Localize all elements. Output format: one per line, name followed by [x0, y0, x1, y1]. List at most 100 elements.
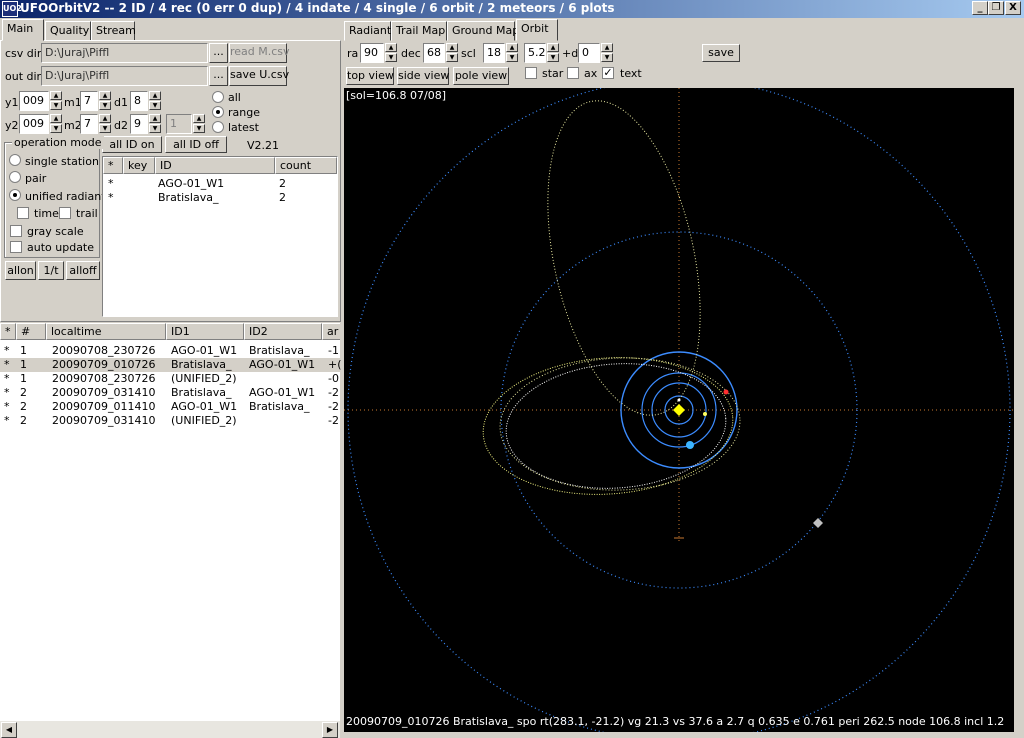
latest-count-input[interactable]: 1: [166, 114, 192, 134]
d-input[interactable]: 0: [578, 43, 600, 63]
gray-scale-checkbox[interactable]: [10, 225, 22, 237]
scl-input[interactable]: 18: [483, 43, 505, 63]
scroll-right-icon[interactable]: ▶: [322, 722, 338, 738]
tab-radiant[interactable]: Radiant: [344, 21, 391, 41]
radio-unified-radiant[interactable]: [9, 189, 21, 201]
record-cell-id1: Bratislava_: [171, 358, 232, 371]
unified-radiant-label: unified radiant: [25, 190, 106, 203]
record-row[interactable]: * 2 20090709_031410 Bratislava_ AGO-01_W1 -2: [0, 386, 340, 400]
y2-input[interactable]: 009: [19, 114, 49, 134]
scale-factor-spinner[interactable]: ▲ ▼: [547, 43, 559, 63]
tab-stream[interactable]: Stream: [91, 21, 136, 41]
out-browse-button[interactable]: ...: [209, 66, 228, 86]
radio-range[interactable]: [212, 106, 224, 118]
ra-spinner[interactable]: ▲ ▼: [385, 43, 397, 63]
tab-orbit[interactable]: Orbit: [516, 19, 558, 41]
d2-input[interactable]: 9: [130, 114, 148, 134]
id-list-header-count[interactable]: count: [275, 157, 337, 174]
ax-checkbox[interactable]: [567, 67, 579, 79]
radio-all-label: all: [228, 91, 241, 104]
id-row-id: Bratislava_: [158, 191, 219, 204]
allon-button[interactable]: allon: [5, 261, 36, 280]
tab-trail-map[interactable]: Trail Map: [391, 21, 447, 41]
radio-single-station[interactable]: [9, 154, 21, 166]
all-id-off-button[interactable]: all ID off: [165, 136, 227, 153]
maximize-button[interactable]: ❐: [988, 1, 1004, 15]
record-header-localtime[interactable]: localtime: [46, 323, 166, 340]
time-label: time: [34, 207, 59, 220]
record-header-id1[interactable]: ID1: [166, 323, 244, 340]
time-checkbox[interactable]: [17, 207, 29, 219]
side-view-button[interactable]: side view: [397, 67, 449, 85]
d1-spinner[interactable]: ▲ ▼: [149, 91, 161, 111]
id-list-row[interactable]: * AGO-01_W1 2: [103, 177, 337, 191]
pole-view-button[interactable]: pole view: [453, 67, 509, 85]
d2-spinner[interactable]: ▲ ▼: [149, 114, 161, 134]
out-dir-field[interactable]: D:\Juraj\Piffl: [41, 66, 208, 86]
id-list-row[interactable]: * Bratislava_ 2: [103, 191, 337, 205]
orbit-plot[interactable]: [sol=106.8 07/08] 20090709_010726 Bratis…: [344, 88, 1014, 732]
record-cell-time: 20090708_230726: [52, 372, 156, 385]
trail-checkbox[interactable]: [59, 207, 71, 219]
close-button[interactable]: X: [1005, 1, 1021, 15]
d2-label: d2: [114, 119, 128, 132]
record-row[interactable]: * 1 20090708_230726 AGO-01_W1 Bratislava_ -1: [0, 344, 340, 358]
m2-spinner[interactable]: ▲ ▼: [99, 114, 111, 134]
y2-label: y2: [5, 119, 19, 132]
record-header-extra[interactable]: ar: [322, 323, 340, 340]
save-ucsv-button[interactable]: save U.csv: [229, 66, 289, 86]
id-list[interactable]: * key ID count * AGO-01_W1 2 * Bratislav…: [102, 156, 338, 317]
tab-main[interactable]: Main: [2, 19, 44, 41]
y1-label: y1: [5, 96, 19, 109]
dec-spinner[interactable]: ▲ ▼: [446, 43, 458, 63]
record-cell-star: *: [4, 372, 10, 385]
tab-quality[interactable]: Quality: [45, 21, 91, 41]
y2-spinner[interactable]: ▲ ▼: [50, 114, 62, 134]
latest-spinner[interactable]: ▲ ▼: [193, 114, 205, 134]
venus-marker: [703, 412, 707, 416]
y1-input[interactable]: 009: [19, 91, 49, 111]
record-hscrollbar[interactable]: ◀ ▶: [0, 720, 340, 738]
radio-pair[interactable]: [9, 171, 21, 183]
scale-factor-input[interactable]: 5.2: [524, 43, 546, 63]
top-view-button[interactable]: top view: [346, 67, 394, 85]
radio-latest[interactable]: [212, 121, 224, 133]
tab-ground-map[interactable]: Ground Map: [447, 21, 519, 41]
alloff-button[interactable]: alloff: [66, 261, 100, 280]
record-row[interactable]: * 1 20090709_010726 Bratislava_ AGO-01_W1 +(: [0, 358, 342, 372]
dec-input[interactable]: 68: [423, 43, 445, 63]
scl-spinner[interactable]: ▲ ▼: [506, 43, 518, 63]
all-id-on-button[interactable]: all ID on: [102, 136, 162, 153]
star-checkbox[interactable]: [525, 67, 537, 79]
text-checkbox[interactable]: ✓: [602, 67, 614, 79]
m2-input[interactable]: 7: [80, 114, 98, 134]
ra-input[interactable]: 90: [360, 43, 384, 63]
radio-latest-label: latest: [228, 121, 259, 134]
trail-label: trail: [76, 207, 98, 220]
csv-browse-button[interactable]: ...: [209, 43, 228, 63]
scroll-left-icon[interactable]: ◀: [1, 722, 17, 738]
one-t-button[interactable]: 1/t: [38, 261, 64, 280]
id-list-header-star[interactable]: *: [103, 157, 123, 174]
record-header-num[interactable]: #: [16, 323, 46, 340]
record-row[interactable]: * 1 20090708_230726 (UNIFIED_2) -0: [0, 372, 340, 386]
id-list-header-key[interactable]: key: [123, 157, 155, 174]
csv-dir-field[interactable]: D:\Juraj\Piffl: [41, 43, 208, 63]
read-mcsv-button[interactable]: read M.csv: [229, 43, 290, 63]
m1-spinner[interactable]: ▲ ▼: [99, 91, 111, 111]
record-cell-num: 1: [20, 372, 27, 385]
radio-all[interactable]: [212, 91, 224, 103]
d-spinner[interactable]: ▲ ▼: [601, 43, 613, 63]
m1-input[interactable]: 7: [80, 91, 98, 111]
orbit-save-button[interactable]: save: [702, 44, 740, 62]
record-header-id2[interactable]: ID2: [244, 323, 322, 340]
auto-update-checkbox[interactable]: [10, 241, 22, 253]
y1-spinner[interactable]: ▲ ▼: [50, 91, 62, 111]
d1-input[interactable]: 8: [130, 91, 148, 111]
record-row[interactable]: * 2 20090709_031410 (UNIFIED_2) -2: [0, 414, 340, 428]
id-list-header-id[interactable]: ID: [155, 157, 275, 174]
minimize-button[interactable]: _: [972, 1, 988, 15]
record-cell-time: 20090709_031410: [52, 414, 156, 427]
record-row[interactable]: * 2 20090709_011410 AGO-01_W1 Bratislava_ -2: [0, 400, 340, 414]
record-header-star[interactable]: *: [0, 323, 16, 340]
